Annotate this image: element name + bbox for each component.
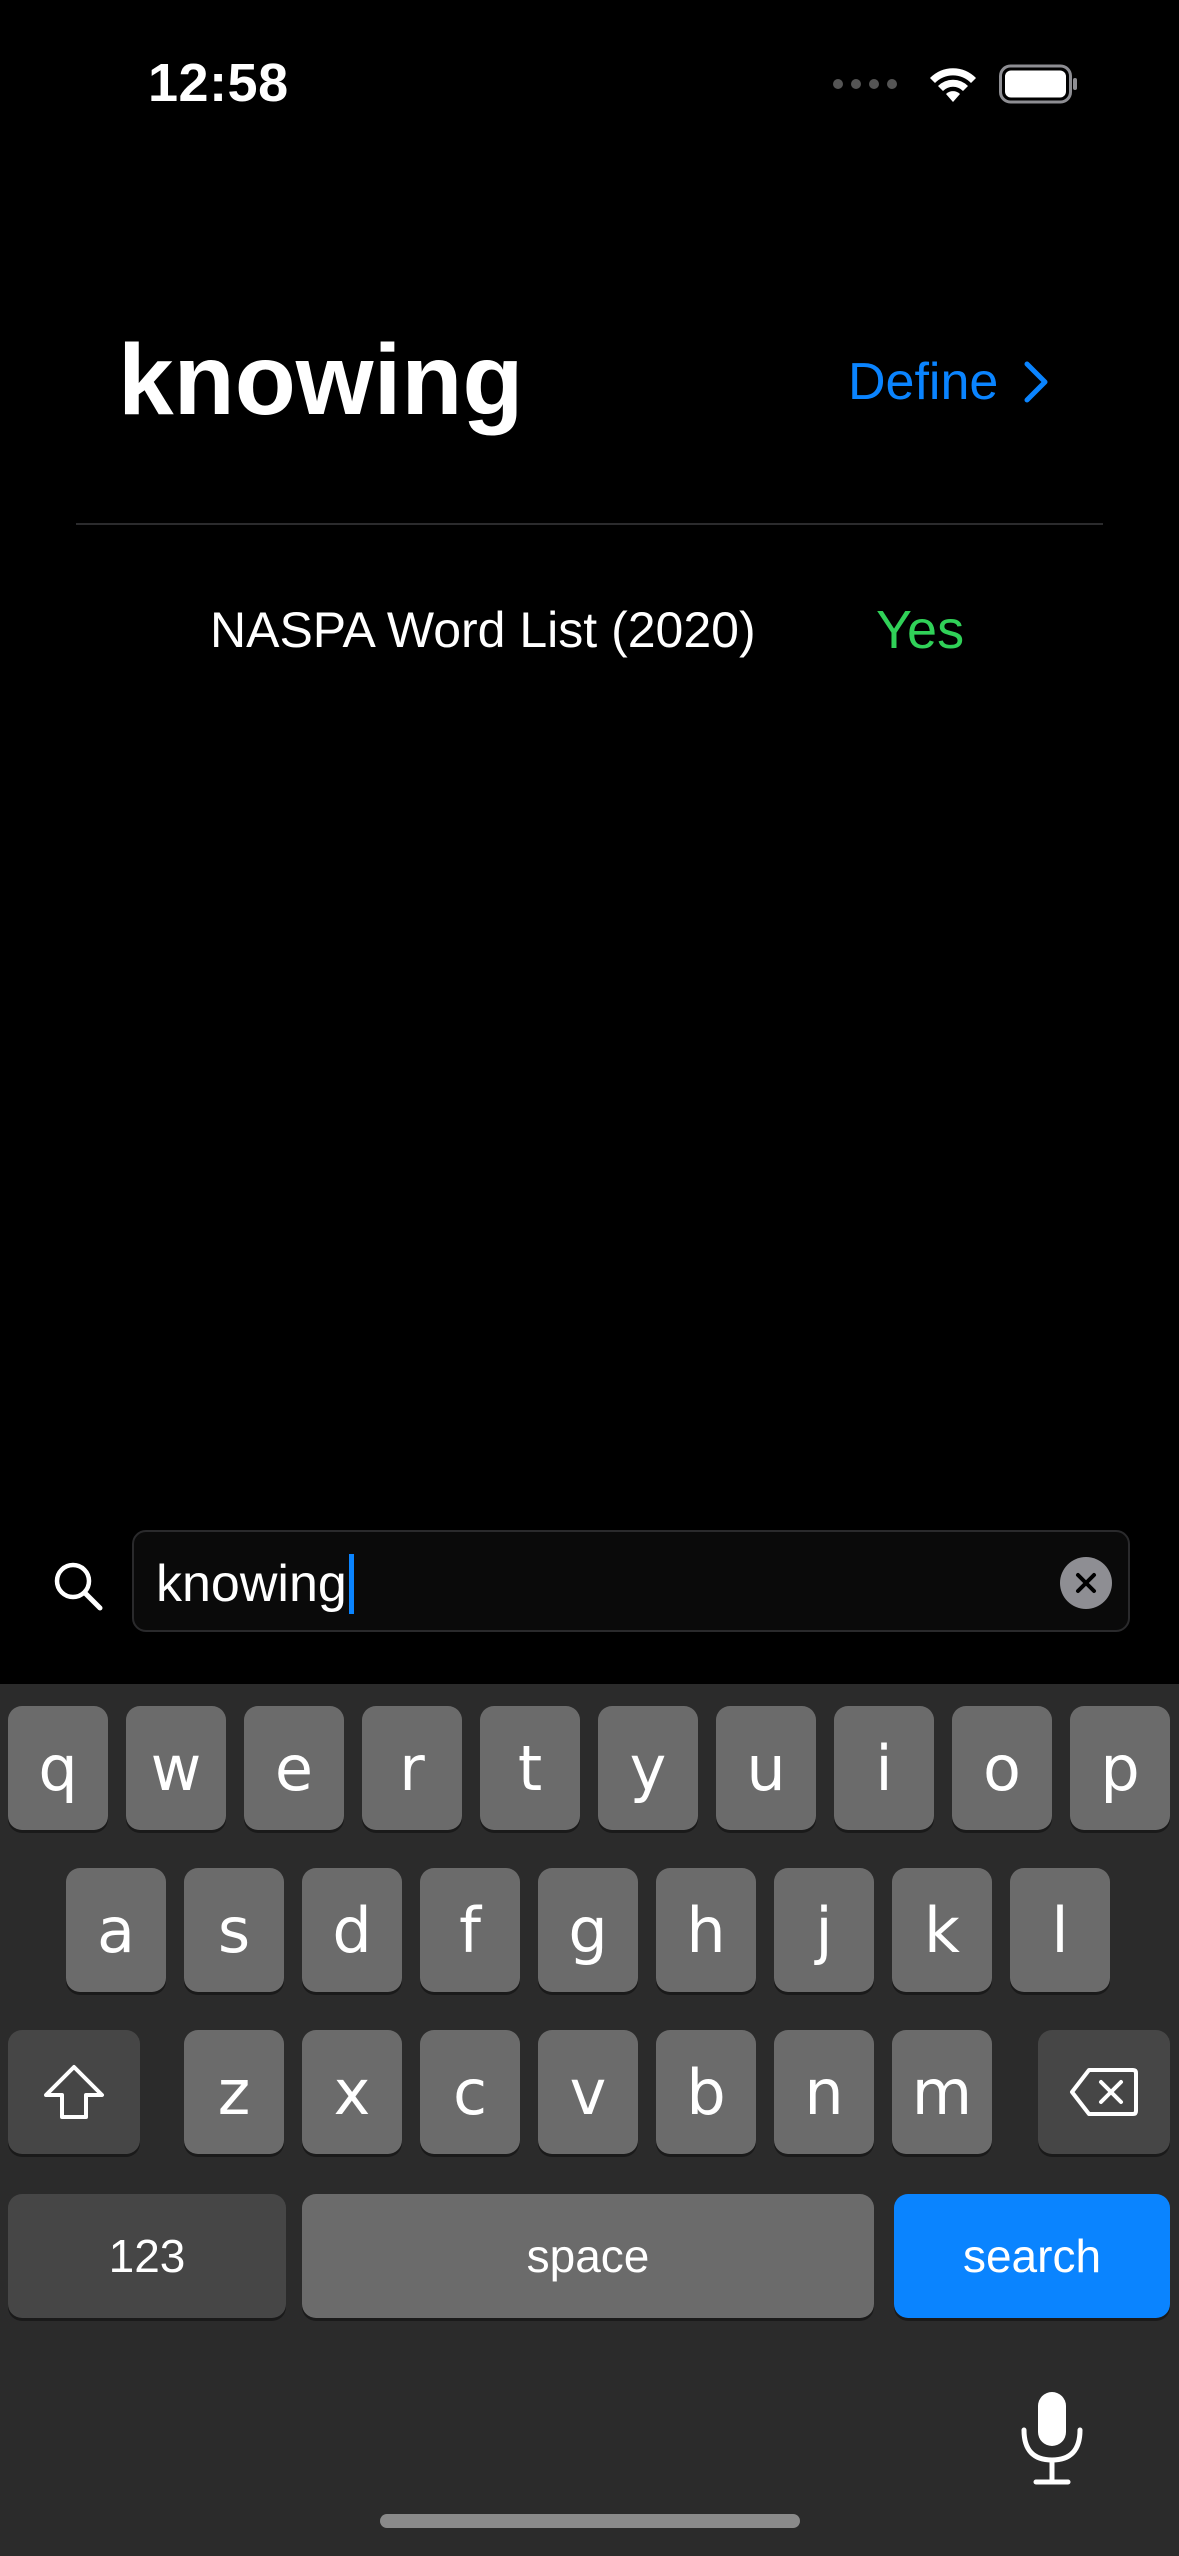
- search-key[interactable]: search: [894, 2194, 1170, 2318]
- define-label: Define: [848, 353, 999, 411]
- cellular-signal-icon: [833, 79, 897, 89]
- clear-search-button[interactable]: [1060, 1557, 1112, 1609]
- key-q[interactable]: q: [8, 1706, 108, 1830]
- wifi-icon: [930, 68, 976, 102]
- status-time: 12:58: [148, 53, 289, 113]
- close-icon: [1076, 1573, 1096, 1593]
- key-p[interactable]: p: [1070, 1706, 1170, 1830]
- space-key[interactable]: space: [302, 2194, 874, 2318]
- key-d[interactable]: d: [302, 1868, 402, 1992]
- word-list-name: NASPA Word List (2020): [210, 602, 756, 658]
- key-r[interactable]: r: [362, 1706, 462, 1830]
- key-x[interactable]: x: [302, 2030, 402, 2154]
- chevron-right-icon: [1024, 361, 1048, 403]
- key-c[interactable]: c: [420, 2030, 520, 2154]
- search-input-text: knowing: [156, 1555, 347, 1613]
- key-y[interactable]: y: [598, 1706, 698, 1830]
- numbers-key[interactable]: 123: [8, 2194, 286, 2318]
- search-icon: [54, 1562, 103, 1611]
- key-w[interactable]: w: [126, 1706, 226, 1830]
- key-u[interactable]: u: [716, 1706, 816, 1830]
- word-list-result-row: NASPA Word List (2020) Yes: [0, 600, 1179, 660]
- key-l[interactable]: l: [1010, 1868, 1110, 1992]
- search-bar: knowing: [0, 1530, 1179, 1638]
- define-link[interactable]: Define: [848, 356, 1050, 408]
- text-cursor: [348, 1554, 354, 1614]
- key-f[interactable]: f: [420, 1868, 520, 1992]
- shift-icon: [44, 2065, 104, 2119]
- key-a[interactable]: a: [66, 1868, 166, 1992]
- key-m[interactable]: m: [892, 2030, 992, 2154]
- key-z[interactable]: z: [184, 2030, 284, 2154]
- delete-key[interactable]: [1038, 2030, 1170, 2154]
- status-indicators: [833, 64, 1079, 104]
- backspace-icon: [1070, 2068, 1138, 2116]
- keyboard: q w e r t y u i o p a s d f g h j k l z …: [0, 1684, 1179, 2556]
- key-s[interactable]: s: [184, 1868, 284, 1992]
- home-indicator[interactable]: [380, 2514, 800, 2528]
- validity-status: Yes: [876, 600, 965, 660]
- divider: [76, 523, 1103, 525]
- key-j[interactable]: j: [774, 1868, 874, 1992]
- key-i[interactable]: i: [834, 1706, 934, 1830]
- microphone-icon[interactable]: [1016, 2388, 1088, 2488]
- key-e[interactable]: e: [244, 1706, 344, 1830]
- key-n[interactable]: n: [774, 2030, 874, 2154]
- key-h[interactable]: h: [656, 1868, 756, 1992]
- shift-key[interactable]: [8, 2030, 140, 2154]
- key-b[interactable]: b: [656, 2030, 756, 2154]
- key-v[interactable]: v: [538, 2030, 638, 2154]
- search-input[interactable]: knowing: [132, 1530, 1130, 1632]
- key-t[interactable]: t: [480, 1706, 580, 1830]
- key-g[interactable]: g: [538, 1868, 638, 1992]
- key-k[interactable]: k: [892, 1868, 992, 1992]
- word-title: knowing: [118, 324, 524, 436]
- battery-icon: [999, 64, 1077, 104]
- key-o[interactable]: o: [952, 1706, 1052, 1830]
